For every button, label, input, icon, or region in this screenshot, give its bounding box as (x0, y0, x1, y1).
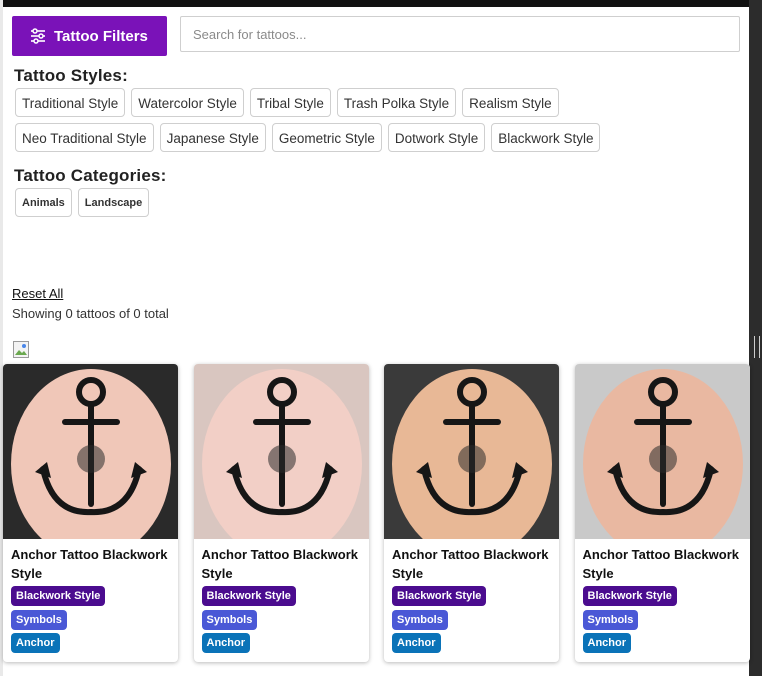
tattoo-title: Anchor Tattoo Blackwork Style (11, 547, 168, 581)
style-chip[interactable]: Japanese Style (159, 123, 266, 152)
tattoo-filters-button[interactable]: Tattoo Filters (12, 16, 167, 56)
tattoo-title: Anchor Tattoo Blackwork Style (582, 547, 740, 581)
tattoo-title: Anchor Tattoo Blackwork Style (392, 547, 549, 581)
style-tag[interactable]: Blackwork Style (11, 586, 106, 606)
style-chip[interactable]: Trash Polka Style (336, 88, 457, 117)
style-chip[interactable]: Geometric Style (271, 123, 382, 152)
style-chip[interactable]: Blackwork Style (491, 123, 601, 152)
style-chip[interactable]: Tribal Style (249, 88, 331, 117)
tattoo-card[interactable]: Anchor Tattoo Blackwork Style Blackwork S… (3, 364, 178, 662)
style-chip-list: Traditional Style Watercolor Style Tribal … (15, 88, 695, 152)
results-count: Showing 0 tattoos of 0 total (12, 306, 169, 321)
style-chip[interactable]: Realism Style (462, 88, 559, 117)
reset-all-link[interactable]: Reset All (12, 286, 63, 301)
anchor-tag[interactable]: Anchor (11, 633, 60, 653)
categories-heading: Tattoo Categories: (14, 166, 167, 185)
tattoo-photo[interactable] (193, 364, 369, 539)
styles-heading: Tattoo Styles: (14, 66, 128, 85)
broken-image-icon (13, 341, 29, 358)
symbols-tag[interactable]: Symbols (392, 610, 448, 630)
scroll-grip[interactable] (754, 336, 760, 358)
style-chip[interactable]: Traditional Style (15, 88, 126, 117)
symbols-tag[interactable]: Symbols (582, 610, 639, 630)
anchor-tag[interactable]: Anchor (582, 633, 631, 653)
style-chip[interactable]: Dotwork Style (387, 123, 486, 152)
style-tag[interactable]: Blackwork Style (392, 586, 487, 606)
style-tag[interactable]: Blackwork Style (582, 586, 677, 606)
style-chip[interactable]: Watercolor Style (131, 88, 244, 117)
category-chip[interactable]: Landscape (77, 188, 150, 217)
category-chip-list: Animals Landscape (15, 188, 150, 217)
scrollbar[interactable] (749, 0, 762, 676)
style-chip[interactable]: Neo Traditional Style (15, 123, 154, 152)
sliders-icon (31, 28, 45, 44)
style-tag[interactable]: Blackwork Style (201, 586, 296, 606)
symbols-tag[interactable]: Symbols (201, 610, 258, 630)
tattoo-card[interactable]: Anchor Tattoo Blackwork Style Blackwork S… (384, 364, 559, 662)
tattoo-photo[interactable] (574, 364, 750, 539)
category-chip[interactable]: Animals (15, 188, 72, 217)
tattoo-title: Anchor Tattoo Blackwork Style (201, 547, 359, 581)
tattoo-filters-label: Tattoo Filters (54, 27, 148, 45)
symbols-tag[interactable]: Symbols (11, 610, 67, 630)
anchor-tag[interactable]: Anchor (201, 633, 250, 653)
tattoo-photo[interactable] (384, 364, 559, 539)
window-top-bar (0, 0, 762, 7)
tattoo-photo[interactable] (3, 364, 178, 539)
tattoo-card[interactable]: Anchor Tattoo Blackwork Style Blackwork S… (574, 364, 750, 662)
anchor-tag[interactable]: Anchor (392, 633, 441, 653)
tattoo-card[interactable]: Anchor Tattoo Blackwork Style Blackwork S… (193, 364, 369, 662)
search-input[interactable] (180, 16, 740, 52)
